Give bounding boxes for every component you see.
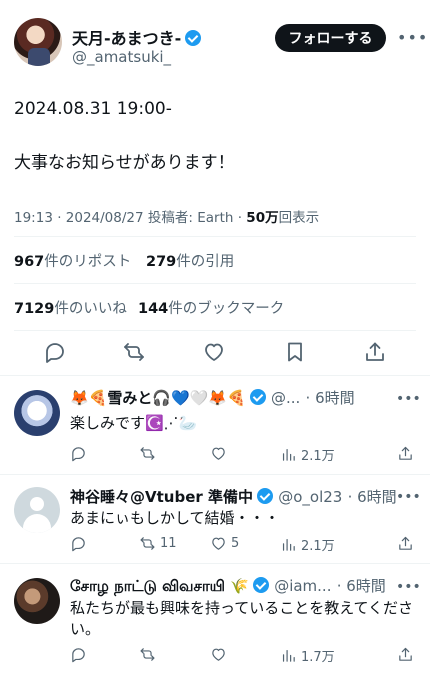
tweet-meta: 19:13 · 2024/08/27 投稿者: Earth · 50万回表示 bbox=[14, 210, 320, 226]
share-icon[interactable] bbox=[397, 445, 414, 462]
bookmarks-stat[interactable]: 144件のブックマーク bbox=[138, 297, 284, 318]
reply-author[interactable]: சோழ நாட்டு விவசாயி 🌾 @iam... · 6時間 bbox=[70, 575, 386, 597]
like-icon[interactable] bbox=[210, 646, 231, 663]
views-icon[interactable]: 1.7万 bbox=[280, 646, 335, 665]
reply-text: 楽しみです☪️⋰🦢 bbox=[70, 414, 198, 432]
more-options-icon[interactable]: ••• bbox=[396, 391, 421, 407]
reply-author[interactable]: 🦊🍕雪みと🎧💙🤍🦊🍕 @... · 6時間 bbox=[70, 387, 355, 408]
repost-icon[interactable]: 11 bbox=[139, 535, 177, 552]
reply-text: 私たちが最も興味を持っていることを教えてください。 bbox=[70, 599, 414, 638]
reply-icon[interactable] bbox=[70, 535, 91, 552]
more-options-icon[interactable]: ••• bbox=[396, 579, 421, 595]
tweet-text-line2: 大事なお知らせがあります！ bbox=[14, 153, 235, 173]
views-icon[interactable]: 2.1万 bbox=[280, 445, 335, 464]
tweet-text-line1: 2024.08.31 19:00- bbox=[14, 99, 172, 119]
author-name[interactable]: 天月-あまつき- bbox=[72, 25, 202, 49]
verified-icon bbox=[257, 488, 273, 504]
divider bbox=[14, 283, 416, 284]
like-icon[interactable]: 5 bbox=[210, 535, 239, 552]
more-options-icon[interactable]: ••• bbox=[397, 28, 428, 47]
divider bbox=[14, 236, 416, 237]
divider bbox=[14, 330, 416, 331]
author-handle[interactable]: @_amatsuki_ bbox=[72, 48, 171, 66]
share-icon[interactable] bbox=[397, 646, 414, 663]
reposts-stat[interactable]: 967件のリポスト bbox=[14, 250, 131, 271]
reply-handle: @... bbox=[270, 389, 301, 407]
share-icon[interactable] bbox=[363, 340, 387, 364]
bookmark-icon[interactable] bbox=[283, 340, 307, 364]
likes-stat[interactable]: 7129件のいいね bbox=[14, 297, 127, 318]
reply-avatar[interactable] bbox=[14, 390, 60, 436]
divider bbox=[0, 375, 430, 376]
reply-author[interactable]: 神谷睡々@Vtuber 準備中 @o_ol23 · 6時間 bbox=[70, 486, 397, 507]
like-icon[interactable] bbox=[210, 445, 231, 462]
repost-icon[interactable] bbox=[139, 646, 160, 663]
reply-text: あまにぃもしかして結婚・・・ bbox=[70, 509, 280, 527]
share-icon[interactable] bbox=[397, 535, 414, 552]
verified-icon bbox=[185, 30, 202, 46]
author-avatar[interactable] bbox=[14, 18, 62, 66]
reply-avatar[interactable] bbox=[14, 487, 60, 533]
reply-avatar[interactable] bbox=[14, 578, 60, 624]
repost-icon[interactable] bbox=[139, 445, 160, 462]
views-icon[interactable]: 2.1万 bbox=[280, 535, 335, 554]
quotes-stat[interactable]: 279件の引用 bbox=[146, 250, 234, 271]
reply-icon[interactable] bbox=[43, 340, 67, 364]
divider bbox=[0, 474, 430, 475]
repost-icon[interactable] bbox=[122, 340, 146, 364]
reply-icon[interactable] bbox=[70, 445, 91, 462]
reply-time: · 6時間 bbox=[336, 577, 386, 595]
reply-handle: @iam... bbox=[274, 577, 332, 595]
reply-icon[interactable] bbox=[70, 646, 91, 663]
verified-icon bbox=[252, 577, 269, 593]
verified-icon bbox=[249, 389, 266, 405]
divider bbox=[0, 563, 430, 564]
like-icon[interactable] bbox=[202, 340, 226, 364]
follow-button[interactable]: フォローする bbox=[275, 24, 386, 52]
views-count: 50万 bbox=[246, 210, 279, 226]
reply-time: · 6時間 bbox=[347, 488, 397, 506]
more-options-icon[interactable]: ••• bbox=[396, 489, 421, 505]
reply-time: · 6時間 bbox=[305, 389, 355, 407]
reply-handle: @o_ol23 bbox=[278, 488, 343, 506]
